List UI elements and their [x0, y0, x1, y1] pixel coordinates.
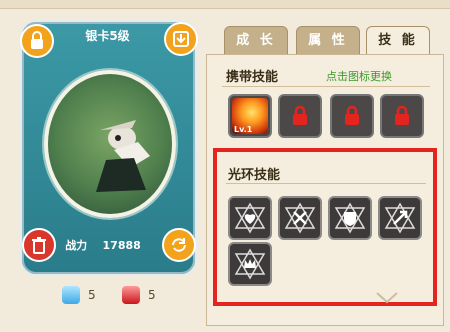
top-nav-strip	[0, 0, 450, 9]
aura-skill-5[interactable]	[228, 242, 272, 286]
skill-slot-3[interactable]	[330, 94, 374, 138]
lock-icon	[395, 106, 409, 125]
lock-icon	[345, 106, 359, 125]
aura-skill-4[interactable]	[378, 196, 422, 240]
power-label: 战力	[65, 239, 88, 252]
red-gem-icon	[122, 286, 140, 304]
card-title: 银卡5级	[85, 29, 130, 43]
aura-skill-2[interactable]	[278, 196, 322, 240]
change-icon-hint: 点击图标更换	[326, 70, 392, 83]
download-button[interactable]	[164, 22, 198, 56]
blue-gem-icon	[62, 286, 80, 304]
skill-slot-2[interactable]	[278, 94, 322, 138]
tab-skills[interactable]: 技 能	[366, 26, 430, 55]
aura-skill-3[interactable]	[328, 196, 372, 240]
crown-star-icon	[234, 248, 266, 280]
power-display: 战力 17888	[48, 238, 158, 254]
refresh-button[interactable]	[162, 228, 196, 262]
red-gem-count: 5	[148, 288, 156, 302]
aura-divider	[226, 183, 426, 184]
lock-icon	[293, 106, 307, 125]
skill-slot-4[interactable]	[380, 94, 424, 138]
refresh-icon	[172, 238, 186, 252]
arrow-star-icon	[384, 202, 416, 234]
blue-gem-count: 5	[88, 288, 96, 302]
scroll-down-icon[interactable]	[372, 288, 402, 308]
skill-level: Lv.1	[234, 125, 253, 134]
tab-attributes[interactable]: 属 性	[296, 26, 360, 56]
sword-star-icon	[284, 202, 316, 234]
shield-star-icon	[334, 202, 366, 234]
aura-skills-title: 光环技能	[228, 168, 281, 183]
aura-skill-1[interactable]	[228, 196, 272, 240]
carry-skills-title: 携带技能	[226, 70, 279, 85]
heart-star-icon	[234, 202, 266, 234]
power-value: 17888	[102, 239, 141, 252]
download-icon	[173, 31, 189, 47]
tab-growth[interactable]: 成 长	[224, 26, 288, 56]
section-divider	[222, 86, 430, 87]
skill-slot-1[interactable]: Lv.1	[228, 94, 272, 138]
character-figure	[96, 120, 150, 192]
